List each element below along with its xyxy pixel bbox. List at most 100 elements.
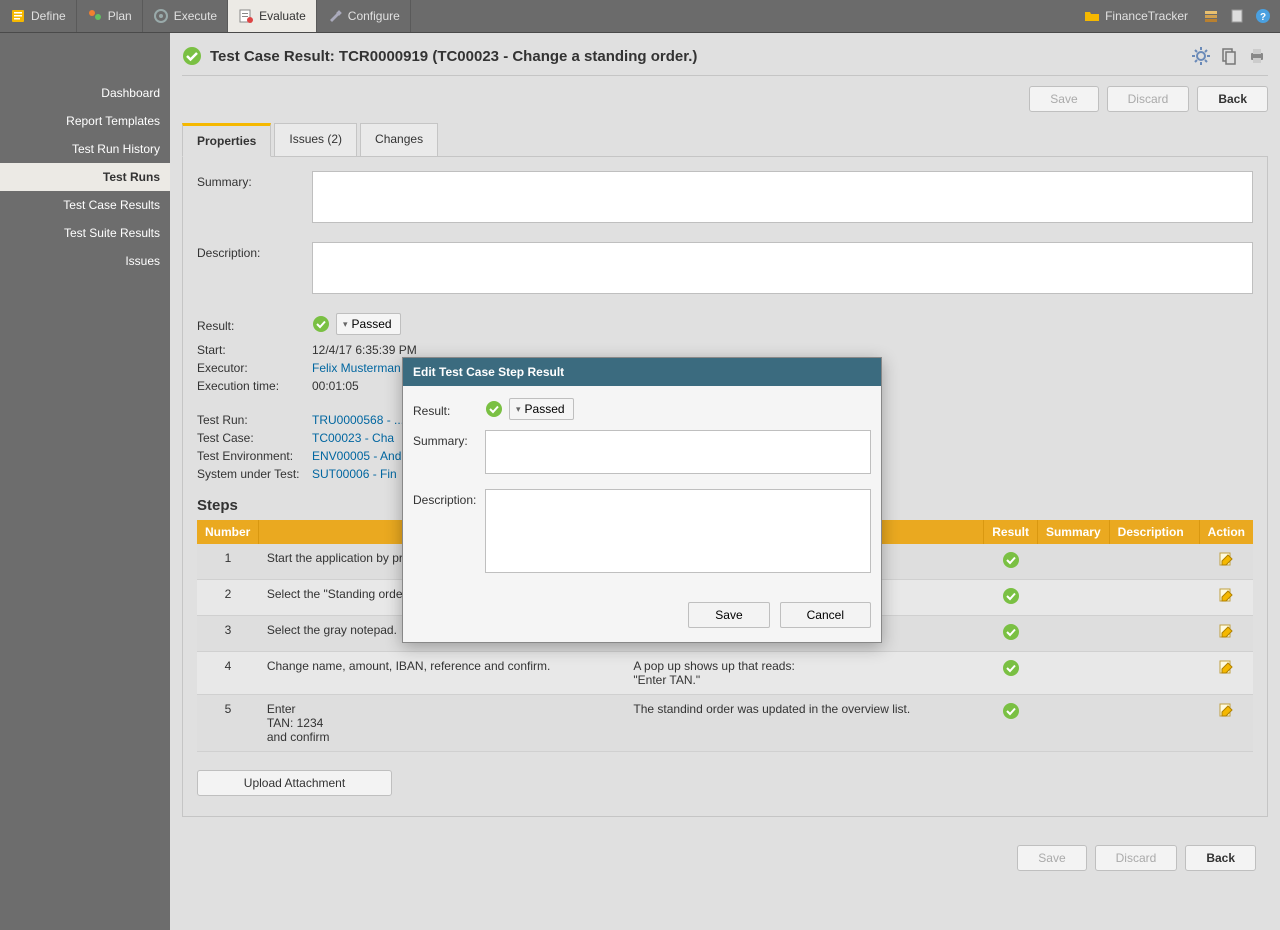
summary-label: Summary:	[197, 171, 312, 189]
page-title: Test Case Result: TCR0000919 (TC00023 - …	[210, 48, 697, 65]
gear-icon	[1191, 46, 1211, 66]
step-result	[984, 580, 1038, 616]
modal-summary-input[interactable]	[485, 430, 871, 474]
print-button[interactable]	[1246, 45, 1268, 67]
edit-step-button[interactable]	[1218, 702, 1234, 721]
topbar-tabs: Define Plan Execute Evaluate Configure	[0, 0, 411, 32]
col-action: Action	[1199, 520, 1253, 544]
tabs: Properties Issues (2) Changes	[182, 122, 1268, 157]
testenv-label: Test Environment:	[197, 449, 312, 463]
sidebar: Dashboard Report Templates Test Run Hist…	[0, 33, 170, 930]
summary-input[interactable]	[312, 171, 1253, 223]
sidebar-item-report-templates[interactable]: Report Templates	[0, 107, 170, 135]
tab-properties[interactable]: Properties	[182, 123, 271, 157]
col-result: Result	[984, 520, 1038, 544]
exectime-value: 00:01:05	[312, 379, 359, 393]
description-input[interactable]	[312, 242, 1253, 294]
testenv-link[interactable]: ENV00005 - And	[312, 449, 401, 463]
discard-button-bottom[interactable]: Discard	[1095, 845, 1178, 871]
testrun-link[interactable]: TRU0000568 - ...	[312, 413, 404, 427]
copy-button[interactable]	[1218, 45, 1240, 67]
sidebar-item-issues[interactable]: Issues	[0, 247, 170, 275]
sidebar-item-test-runs[interactable]: Test Runs	[0, 163, 170, 191]
start-value: 12/4/17 6:35:39 PM	[312, 343, 417, 357]
topbar-label-plan: Plan	[108, 9, 132, 23]
tab-changes[interactable]: Changes	[360, 123, 438, 157]
col-desc: Description	[1109, 520, 1199, 544]
modal-save-button[interactable]: Save	[688, 602, 769, 628]
topbar-item-plan[interactable]: Plan	[77, 0, 143, 32]
exectime-label: Execution time:	[197, 379, 312, 393]
result-value: Passed	[352, 317, 392, 331]
step-result	[984, 544, 1038, 580]
modal-result-dropdown[interactable]: ▾ Passed	[509, 398, 574, 420]
table-row: 5Enter TAN: 1234 and confirmThe standind…	[197, 695, 1253, 752]
tab-issues[interactable]: Issues (2)	[274, 123, 357, 157]
edit-step-button[interactable]	[1218, 587, 1234, 606]
step-desc-col	[1109, 616, 1199, 652]
col-number: Number	[197, 520, 259, 544]
modal-description-input[interactable]	[485, 489, 871, 573]
discard-button-top[interactable]: Discard	[1107, 86, 1190, 112]
result-dropdown[interactable]: ▾ Passed	[336, 313, 401, 335]
save-button-bottom[interactable]: Save	[1017, 845, 1086, 871]
sidebar-item-dashboard[interactable]: Dashboard	[0, 79, 170, 107]
modal-result-value: Passed	[525, 402, 565, 416]
upload-attachment-button[interactable]: Upload Attachment	[197, 770, 392, 796]
passed-status-icon	[182, 46, 202, 66]
description-label: Description:	[197, 242, 312, 260]
toolbar-btn-2[interactable]	[1226, 5, 1248, 27]
edit-step-modal: Edit Test Case Step Result Result: ▾ Pas…	[402, 357, 882, 643]
topbar-label-execute: Execute	[174, 9, 217, 23]
folder-icon	[1084, 8, 1100, 24]
step-result	[984, 652, 1038, 695]
step-desc-col	[1109, 580, 1199, 616]
step-summary	[1037, 695, 1109, 752]
step-expected: A pop up shows up that reads: "Enter TAN…	[625, 652, 983, 695]
sut-label: System under Test:	[197, 467, 312, 481]
col-summary: Summary	[1037, 520, 1109, 544]
sidebar-item-test-run-history[interactable]: Test Run History	[0, 135, 170, 163]
modal-cancel-button[interactable]: Cancel	[780, 602, 871, 628]
help-icon: ?	[1255, 8, 1271, 24]
executor-link[interactable]: Felix Musterman	[312, 361, 401, 375]
edit-step-button[interactable]	[1218, 551, 1234, 570]
topbar-item-configure[interactable]: Configure	[317, 0, 411, 32]
execute-icon	[153, 8, 169, 24]
action-bar-bottom: Save Discard Back	[182, 831, 1268, 885]
topbar-item-execute[interactable]: Execute	[143, 0, 228, 32]
testcase-label: Test Case:	[197, 431, 312, 445]
step-description: Enter TAN: 1234 and confirm	[259, 695, 626, 752]
step-desc-col	[1109, 652, 1199, 695]
back-button-top[interactable]: Back	[1197, 86, 1268, 112]
edit-step-button[interactable]	[1218, 623, 1234, 642]
save-button-top[interactable]: Save	[1029, 86, 1098, 112]
topbar-label-define: Define	[31, 9, 66, 23]
executor-label: Executor:	[197, 361, 312, 375]
testcase-link[interactable]: TC00023 - Cha	[312, 431, 394, 445]
modal-result-label: Result:	[413, 400, 485, 418]
settings-button[interactable]	[1190, 45, 1212, 67]
step-summary	[1037, 616, 1109, 652]
result-status-icon	[312, 315, 330, 333]
step-description: Change name, amount, IBAN, reference and…	[259, 652, 626, 695]
evaluate-icon	[238, 8, 254, 24]
topbar-item-define[interactable]: Define	[0, 0, 77, 32]
sidebar-item-test-case-results[interactable]: Test Case Results	[0, 191, 170, 219]
sidebar-item-test-suite-results[interactable]: Test Suite Results	[0, 219, 170, 247]
testrun-label: Test Run:	[197, 413, 312, 427]
toolbar-btn-help[interactable]: ?	[1252, 5, 1274, 27]
project-selector[interactable]: FinanceTracker	[1076, 8, 1196, 24]
modal-description-label: Description:	[413, 489, 485, 507]
step-number: 4	[197, 652, 259, 695]
chevron-down-icon: ▾	[516, 404, 521, 415]
back-button-bottom[interactable]: Back	[1185, 845, 1256, 871]
sut-link[interactable]: SUT00006 - Fin	[312, 467, 397, 481]
step-desc-col	[1109, 695, 1199, 752]
toolbar-btn-1[interactable]	[1200, 5, 1222, 27]
step-result	[984, 616, 1038, 652]
edit-step-button[interactable]	[1218, 659, 1234, 678]
copy-icon	[1220, 47, 1238, 65]
topbar-right: FinanceTracker ?	[1076, 0, 1280, 32]
topbar-item-evaluate[interactable]: Evaluate	[228, 0, 317, 32]
